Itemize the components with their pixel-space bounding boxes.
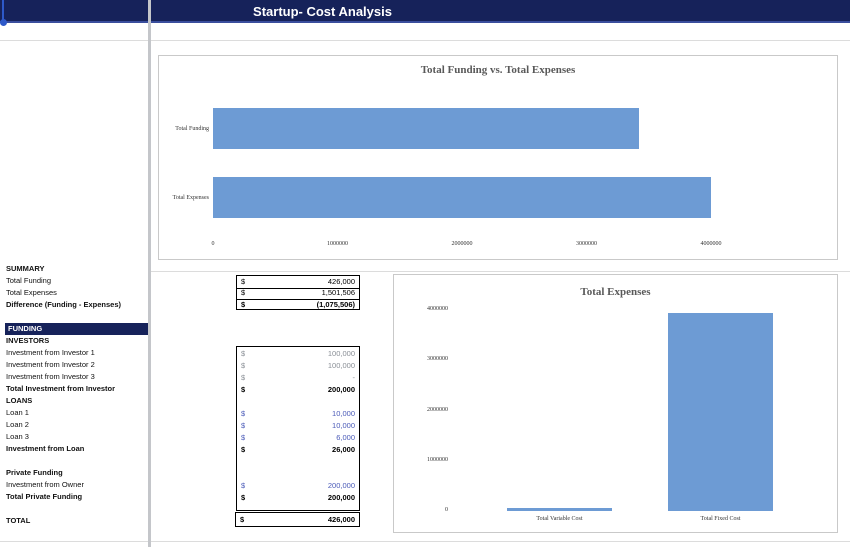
category-label-total-fixed-cost: Total Fixed Cost (700, 516, 741, 522)
cell-value: - (352, 373, 356, 382)
summary-values-box: $ 426,000 $ 1,501,506 $ (1,075,506) (236, 275, 360, 310)
sidebar-row-loan-3[interactable]: Loan 3 (6, 431, 146, 443)
cell-value: 200,000 (327, 493, 355, 502)
y-axis-tick-label: 0 (445, 507, 448, 513)
funding-cell-8[interactable]: $26,000 (237, 444, 359, 456)
funding-cell-12[interactable]: $200,000 (237, 492, 359, 504)
sidebar-row-total-funding[interactable]: Total Funding (6, 275, 146, 287)
sidebar-row-investment-from-investor-3[interactable]: Investment from Investor 3 (6, 371, 146, 383)
cell-value: 100,000 (327, 349, 355, 358)
page-title: Startup- Cost Analysis (253, 4, 392, 19)
y-axis-tick-label: 1000000 (427, 456, 448, 463)
category-label-total-expenses: Total Expenses (172, 195, 209, 201)
currency-symbol: $ (241, 409, 246, 418)
x-axis-tick-label: 3000000 (576, 241, 597, 247)
funding-cell-5[interactable]: $10,000 (237, 408, 359, 420)
row-gridline (150, 271, 850, 272)
currency-symbol: $ (241, 421, 246, 430)
currency-symbol: $ (241, 349, 246, 358)
vbar-total-fixed-cost (668, 312, 773, 511)
category-label-total-variable-cost: Total Variable Cost (536, 516, 583, 522)
chart-title: Total Funding vs. Total Expenses (420, 64, 576, 76)
cell-value: (1,075,506) (316, 300, 355, 309)
currency-symbol: $ (241, 300, 246, 309)
sidebar-banner-funding[interactable]: FUNDING (5, 323, 148, 335)
funding-cell-2[interactable]: $ - (237, 372, 359, 384)
currency-symbol: $ (241, 385, 246, 394)
funding-cell-3[interactable]: $200,000 (237, 384, 359, 396)
total-funding-box: $ 426,000 (235, 512, 360, 527)
sidebar-row-difference-funding-expenses[interactable]: Difference (Funding - Expenses) (6, 299, 146, 311)
funding-cell-7[interactable]: $6,000 (237, 432, 359, 444)
sidebar-row-loan-1[interactable]: Loan 1 (6, 407, 146, 419)
sidebar-row-total-expenses[interactable]: Total Expenses (6, 287, 146, 299)
cell-value: 26,000 (332, 445, 355, 454)
currency-symbol: $ (241, 373, 246, 382)
cell-total-value[interactable]: $ 426,000 (236, 514, 359, 526)
cell-value: 426,000 (327, 515, 355, 524)
sidebar-row-loans[interactable]: LOANS (6, 395, 146, 407)
cell-difference-value[interactable]: $ (1,075,506) (237, 299, 359, 311)
sidebar-row-summary[interactable]: SUMMARY (6, 263, 146, 275)
funding-vs-expenses-chart: Total Funding vs. Total Expenses Total F… (158, 55, 838, 260)
y-axis-tick-label: 3000000 (427, 356, 448, 363)
currency-symbol: $ (241, 361, 246, 370)
funding-cell-0[interactable]: $100,000 (237, 348, 359, 360)
cell-value: 200,000 (327, 385, 355, 394)
cell-value: 1,501,506 (321, 288, 355, 297)
sidebar-row-total-private-funding[interactable]: Total Private Funding (6, 491, 146, 503)
sidebar-row-total-investment-from-investor[interactable]: Total Investment from Investor (6, 383, 146, 395)
row-gridline (0, 40, 850, 41)
sidebar-row-investment-from-loan[interactable]: Investment from Loan (6, 443, 146, 455)
cell-value: 100,000 (327, 361, 355, 370)
x-axis-tick-label: 4000000 (700, 241, 722, 247)
currency-symbol: $ (241, 445, 246, 454)
y-axis-tick-label: 2000000 (427, 406, 448, 413)
chart-title: Total Expenses (580, 286, 651, 298)
funding-values-box: $100,000 $100,000 $ - $200,000 $10,000 $10,000… (236, 346, 360, 511)
row-gridline (0, 541, 850, 542)
y-axis-tick-label: 4000000 (427, 306, 448, 312)
currency-symbol: $ (241, 433, 246, 442)
sidebar-row-total[interactable]: TOTAL (6, 515, 146, 527)
currency-symbol: $ (240, 515, 245, 524)
pane-divider[interactable] (148, 0, 151, 547)
sidebar-row-private-funding[interactable]: Private Funding (6, 467, 146, 479)
hbar-total-expenses (213, 177, 711, 218)
cell-value: 200,000 (327, 481, 355, 490)
funding-cell-11[interactable]: $200,000 (237, 480, 359, 492)
sidebar-row-investment-from-owner[interactable]: Investment from Owner (6, 479, 146, 491)
selection-handle-dot[interactable] (0, 19, 7, 26)
vbar-total-variable-cost (507, 507, 612, 511)
currency-symbol: $ (241, 288, 246, 297)
currency-symbol: $ (241, 493, 246, 502)
cell-value: 10,000 (332, 421, 355, 430)
total-expenses-chart: Total Expenses 0 1000000 2000000 3000000 400… (393, 274, 838, 533)
x-axis-tick-label: 1000000 (327, 241, 348, 247)
sidebar-row-investment-from-investor-2[interactable]: Investment from Investor 2 (6, 359, 146, 371)
category-label-total-funding: Total Funding (175, 126, 209, 132)
sidebar-row-loan-2[interactable]: Loan 2 (6, 419, 146, 431)
funding-cell-1[interactable]: $100,000 (237, 360, 359, 372)
funding-cell-6[interactable]: $10,000 (237, 420, 359, 432)
hbar-total-funding (213, 108, 639, 149)
selection-handle-line (2, 0, 4, 20)
sidebar-row-investment-from-investor-1[interactable]: Investment from Investor 1 (6, 347, 146, 359)
cell-value: 6,000 (336, 433, 355, 442)
sidebar-row-investors[interactable]: INVESTORS (6, 335, 146, 347)
x-axis-tick-label: 2000000 (451, 241, 473, 247)
x-axis-tick-label: 0 (211, 241, 215, 247)
cell-value: 10,000 (332, 409, 355, 418)
currency-symbol: $ (241, 481, 246, 490)
